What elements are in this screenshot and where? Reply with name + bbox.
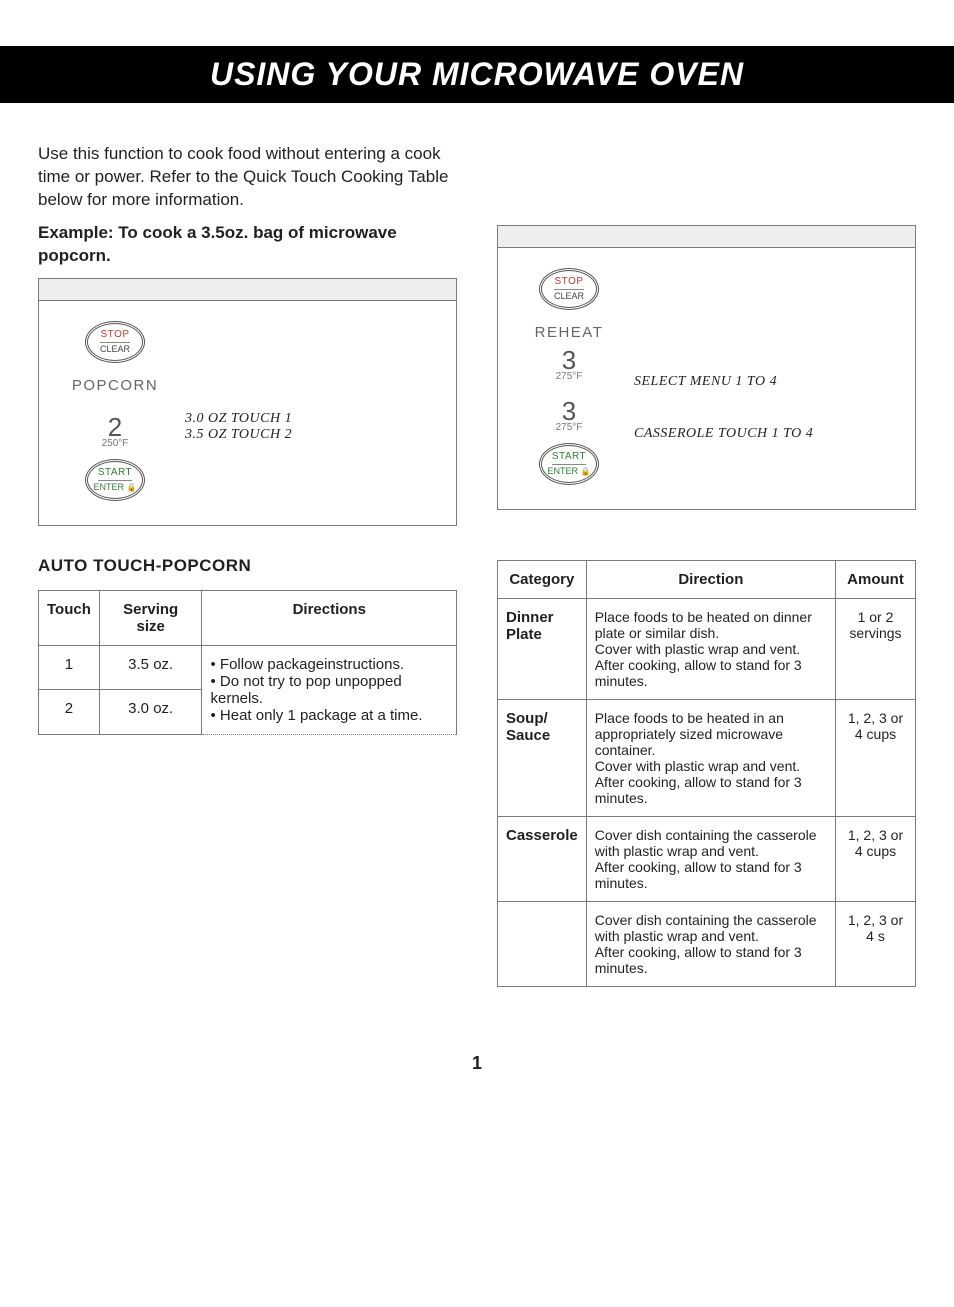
cell-amount: 1, 2, 3 or 4 cups [836,700,916,817]
intro-text: Use this function to cook food without e… [38,143,457,212]
enter-label: ENTER 🔒 [94,483,137,492]
start-label: START [552,452,586,465]
cell-category: Casserole [498,817,587,902]
keypad-number[interactable]: 3 [562,347,576,373]
stop-clear-button[interactable]: STOP CLEAR [85,321,145,363]
keypad-number[interactable]: 3 [562,398,576,424]
start-enter-button[interactable]: START ENTER 🔒 [539,443,599,485]
table-row: Cover dish containing the casserole with… [498,902,916,987]
th-touch: Touch [39,590,100,645]
popcorn-panel: STOP CLEAR POPCORN 2 250°F START ENTER 🔒 [38,278,457,526]
reheat-table: Category Direction Amount Dinner Plate P… [497,560,916,987]
cell-category [498,902,587,987]
popcorn-key-label: POPCORN [72,377,158,394]
cell-direction: Cover dish containing the casserole with… [586,902,835,987]
th-category: Category [498,561,587,599]
cell-serving: 3.0 oz. [99,690,202,735]
table-row: Dinner Plate Place foods to be heated on… [498,599,916,700]
th-directions: Directions [202,590,457,645]
cell-direction: Place foods to be heated on dinner plate… [586,599,835,700]
cell-serving: 3.5 oz. [99,645,202,690]
display-line: 3.0 OZ TOUCH 1 [185,411,440,427]
cell-directions: • Follow packagein­structions. • Do not … [202,645,457,734]
keypad-temp: 275°F [556,371,583,382]
cell-touch: 1 [39,645,100,690]
panel-titlebar [39,279,456,301]
start-label: START [98,468,132,481]
cell-direction: Cover dish containing the casserole with… [586,817,835,902]
keypad-number[interactable]: 2 [108,414,122,440]
table-row: 1 3.5 oz. • Follow packagein­structions.… [39,645,457,690]
page-number: 1 [0,1053,954,1074]
clear-label: CLEAR [100,345,130,354]
enter-label: ENTER 🔒 [548,467,591,476]
table-row: Casserole Cover dish containing the cass… [498,817,916,902]
lock-icon: 🔒 [127,483,137,492]
cell-amount: 1 or 2 servings [836,599,916,700]
cell-category: Soup/ Sauce [498,700,587,817]
display-line: SELECT MENU 1 TO 4 [634,374,899,390]
keypad-temp: 275°F [556,422,583,433]
keypad-temp: 250°F [102,438,129,449]
cell-amount: 1, 2, 3 or 4 s [836,902,916,987]
reheat-panel: STOP CLEAR REHEAT 3 275°F 3 275°F STAR [497,225,916,510]
clear-label: CLEAR [554,292,584,301]
cell-direction: Place foods to be heated in an appropria… [586,700,835,817]
table-row: Soup/ Sauce Place foods to be heated in … [498,700,916,817]
display-line: CASSEROLE TOUCH 1 TO 4 [634,426,899,442]
start-enter-button[interactable]: START ENTER 🔒 [85,459,145,501]
cell-touch: 2 [39,690,100,735]
th-direction: Direction [586,561,835,599]
reheat-key-label: REHEAT [535,324,604,341]
page-banner: USING YOUR MICROWAVE OVEN [0,46,954,103]
section-heading-popcorn: AUTO TOUCH-POPCORN [38,556,457,576]
panel-titlebar [498,226,915,248]
stop-label: STOP [100,330,129,343]
cell-category: Dinner Plate [498,599,587,700]
stop-label: STOP [554,277,583,290]
cell-amount: 1, 2, 3 or 4 cups [836,817,916,902]
th-amount: Amount [836,561,916,599]
display-line: 3.5 OZ TOUCH 2 [185,427,440,443]
example-heading: Example: To cook a 3.5oz. bag of microwa… [38,222,457,268]
th-serving: Serving size [99,590,202,645]
lock-icon: 🔒 [581,467,591,476]
stop-clear-button[interactable]: STOP CLEAR [539,268,599,310]
popcorn-table: Touch Serving size Directions 1 3.5 oz. … [38,590,457,735]
